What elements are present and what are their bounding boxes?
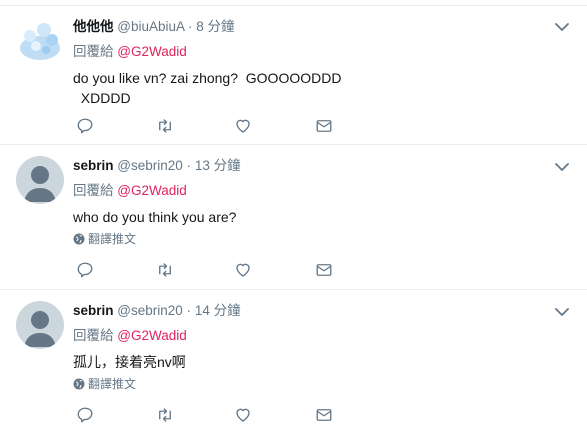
reply-context: 回覆給 @G2Wadid xyxy=(73,182,187,200)
avatar[interactable] xyxy=(16,16,64,64)
like-button[interactable] xyxy=(234,261,254,281)
reply-icon xyxy=(77,118,93,134)
tweet-menu-button[interactable] xyxy=(555,19,571,31)
reply-button[interactable] xyxy=(76,261,96,281)
tweet-text: who do you think you are? xyxy=(73,209,237,225)
separator: · xyxy=(186,158,192,173)
dm-button[interactable] xyxy=(315,261,335,281)
user-name[interactable]: sebrin xyxy=(73,158,114,173)
user-handle[interactable]: @sebrin20 xyxy=(117,158,183,173)
dm-button[interactable] xyxy=(315,117,335,137)
retweet-icon xyxy=(159,263,171,277)
tweet-header: sebrin @sebrin20 · 13 分鐘 xyxy=(73,157,241,175)
translate-label: 翻譯推文 xyxy=(88,377,137,391)
mention-link[interactable]: @G2Wadid xyxy=(117,44,186,59)
reply-button[interactable] xyxy=(76,406,96,426)
globe-icon xyxy=(73,233,85,245)
envelope-icon xyxy=(316,120,332,132)
tweet-header: 他他他 @biuAbiuA · 8 分鐘 xyxy=(73,18,235,36)
translate-tweet-link[interactable]: 翻譯推文 xyxy=(73,231,136,247)
user-handle[interactable]: @biuAbiuA xyxy=(117,19,184,34)
globe-icon xyxy=(73,378,85,390)
tweet-menu-button[interactable] xyxy=(555,159,571,171)
tweet-menu-button[interactable] xyxy=(555,304,571,316)
mention-link[interactable]: @G2Wadid xyxy=(117,183,186,198)
like-button[interactable] xyxy=(234,406,254,426)
retweet-button[interactable] xyxy=(156,406,176,426)
like-button[interactable] xyxy=(234,117,254,137)
envelope-icon xyxy=(316,264,332,276)
heart-icon xyxy=(236,263,250,277)
chevron-down-icon xyxy=(555,163,569,171)
tweet-2[interactable]: sebrin @sebrin20 · 13 分鐘 回覆給 @G2Wadid wh… xyxy=(0,145,587,290)
separator: · xyxy=(186,303,192,318)
avatar-illustration xyxy=(16,16,64,64)
reply-context: 回覆給 @G2Wadid xyxy=(73,43,187,61)
default-avatar-icon xyxy=(24,311,56,347)
reply-prefix: 回覆給 xyxy=(73,183,114,198)
tweet-3[interactable]: sebrin @sebrin20 · 14 分鐘 回覆給 @G2Wadid 孤儿… xyxy=(0,290,587,431)
reply-button[interactable] xyxy=(76,117,96,137)
heart-icon xyxy=(236,119,250,133)
envelope-icon xyxy=(316,409,332,421)
timestamp[interactable]: 13 分鐘 xyxy=(195,158,241,173)
dm-button[interactable] xyxy=(315,406,335,426)
user-name[interactable]: 他他他 xyxy=(73,19,114,34)
user-name[interactable]: sebrin xyxy=(73,303,114,318)
retweet-button[interactable] xyxy=(156,117,176,137)
reply-prefix: 回覆給 xyxy=(73,328,114,343)
retweet-icon xyxy=(159,119,171,133)
reply-context: 回覆給 @G2Wadid xyxy=(73,327,187,345)
timestamp[interactable]: 14 分鐘 xyxy=(195,303,241,318)
tweet-1[interactable]: 他他他 @biuAbiuA · 8 分鐘 回覆給 @G2Wadid do you… xyxy=(0,6,587,145)
mention-link[interactable]: @G2Wadid xyxy=(117,328,186,343)
tweet-header: sebrin @sebrin20 · 14 分鐘 xyxy=(73,302,241,320)
retweet-button[interactable] xyxy=(156,261,176,281)
translate-tweet-link[interactable]: 翻譯推文 xyxy=(73,376,136,392)
separator: · xyxy=(188,19,193,34)
chevron-down-icon xyxy=(555,23,569,31)
chevron-down-icon xyxy=(555,308,569,316)
retweet-icon xyxy=(159,408,171,422)
avatar[interactable] xyxy=(16,301,64,349)
heart-icon xyxy=(236,408,250,422)
timestamp[interactable]: 8 分鐘 xyxy=(196,19,234,34)
reply-icon xyxy=(77,407,93,423)
user-handle[interactable]: @sebrin20 xyxy=(117,303,183,318)
avatar[interactable] xyxy=(16,156,64,204)
tweet-text: 孤儿，接着亮nv啊 xyxy=(73,354,186,370)
reply-icon xyxy=(77,262,93,278)
tweet-text: do you like vn? zai zhong? GOOOOODDD XDD… xyxy=(73,70,342,106)
default-avatar-icon xyxy=(24,166,56,202)
translate-label: 翻譯推文 xyxy=(88,232,137,246)
reply-prefix: 回覆給 xyxy=(73,44,114,59)
